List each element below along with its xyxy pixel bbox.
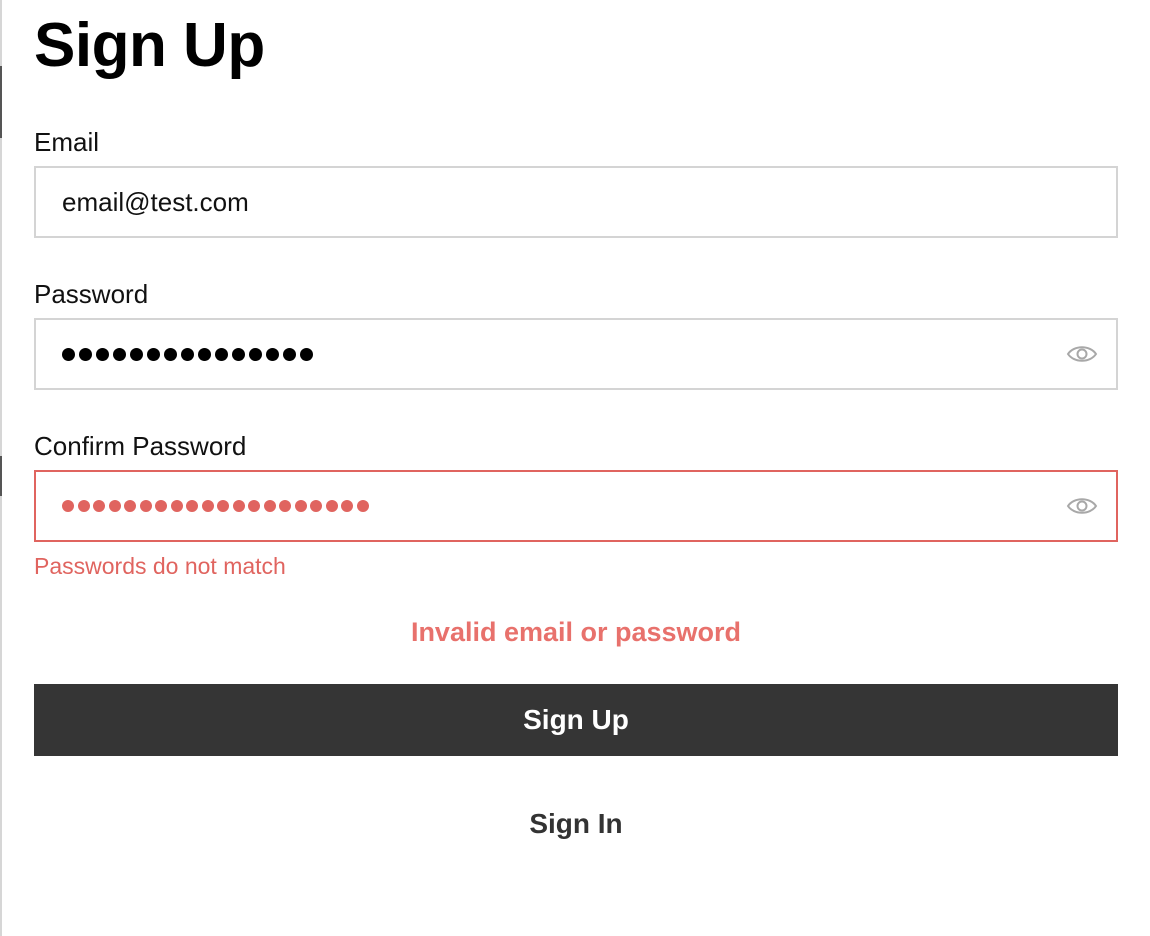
mask-dot [249, 347, 262, 361]
confirm-password-error: Passwords do not match [34, 553, 286, 579]
confirm-password-label: Confirm Password [34, 431, 247, 461]
mask-dot [248, 500, 260, 512]
password-label: Password [34, 279, 149, 309]
mask-dot [198, 347, 211, 361]
sign-up-page: Sign Up Email email@test.com Password Co… [0, 0, 1150, 936]
mask-dot [62, 500, 74, 512]
mask-dot [77, 500, 90, 512]
mask-dot [266, 347, 279, 361]
mask-dot [181, 347, 194, 361]
confirm-password-mask [62, 472, 369, 540]
window-edge-mark [0, 66, 2, 138]
email-field[interactable]: email@test.com [34, 166, 1118, 238]
mask-dot [217, 500, 229, 512]
mask-dot [300, 347, 313, 361]
mask-dot [113, 347, 126, 361]
mask-dot [215, 347, 228, 361]
form-error-message: Invalid email or password [410, 617, 742, 647]
mask-dot [130, 347, 143, 361]
page-title: Sign Up [34, 11, 265, 80]
mask-dot [155, 500, 167, 512]
window-edge [0, 0, 2, 936]
eye-icon[interactable] [1066, 494, 1098, 518]
mask-dot [62, 347, 75, 361]
mask-dot [341, 500, 353, 512]
mask-dot [147, 347, 160, 361]
mask-dot [201, 500, 214, 512]
window-edge-mark [0, 456, 2, 496]
sign-in-button[interactable]: Sign In [34, 804, 1118, 844]
mask-dot [164, 347, 177, 361]
email-value: email@test.com [62, 187, 249, 217]
mask-dot [263, 500, 276, 512]
mask-dot [170, 500, 183, 512]
confirm-password-field[interactable] [34, 470, 1118, 542]
mask-dot [232, 347, 245, 361]
mask-dot [186, 500, 198, 512]
eye-icon[interactable] [1066, 342, 1098, 366]
sign-up-button[interactable]: Sign Up [34, 684, 1118, 756]
mask-dot [108, 500, 121, 512]
mask-dot [232, 500, 245, 512]
mask-dot [283, 347, 296, 361]
mask-dot [96, 347, 109, 361]
mask-dot [294, 500, 307, 512]
mask-dot [310, 500, 322, 512]
mask-dot [93, 500, 105, 512]
password-field[interactable] [34, 318, 1118, 390]
mask-dot [279, 500, 291, 512]
mask-dot [356, 500, 369, 512]
password-mask [62, 320, 313, 388]
mask-dot [124, 500, 136, 512]
mask-dot [139, 500, 152, 512]
mask-dot [325, 500, 338, 512]
email-label: Email [34, 127, 100, 157]
mask-dot [79, 347, 92, 361]
